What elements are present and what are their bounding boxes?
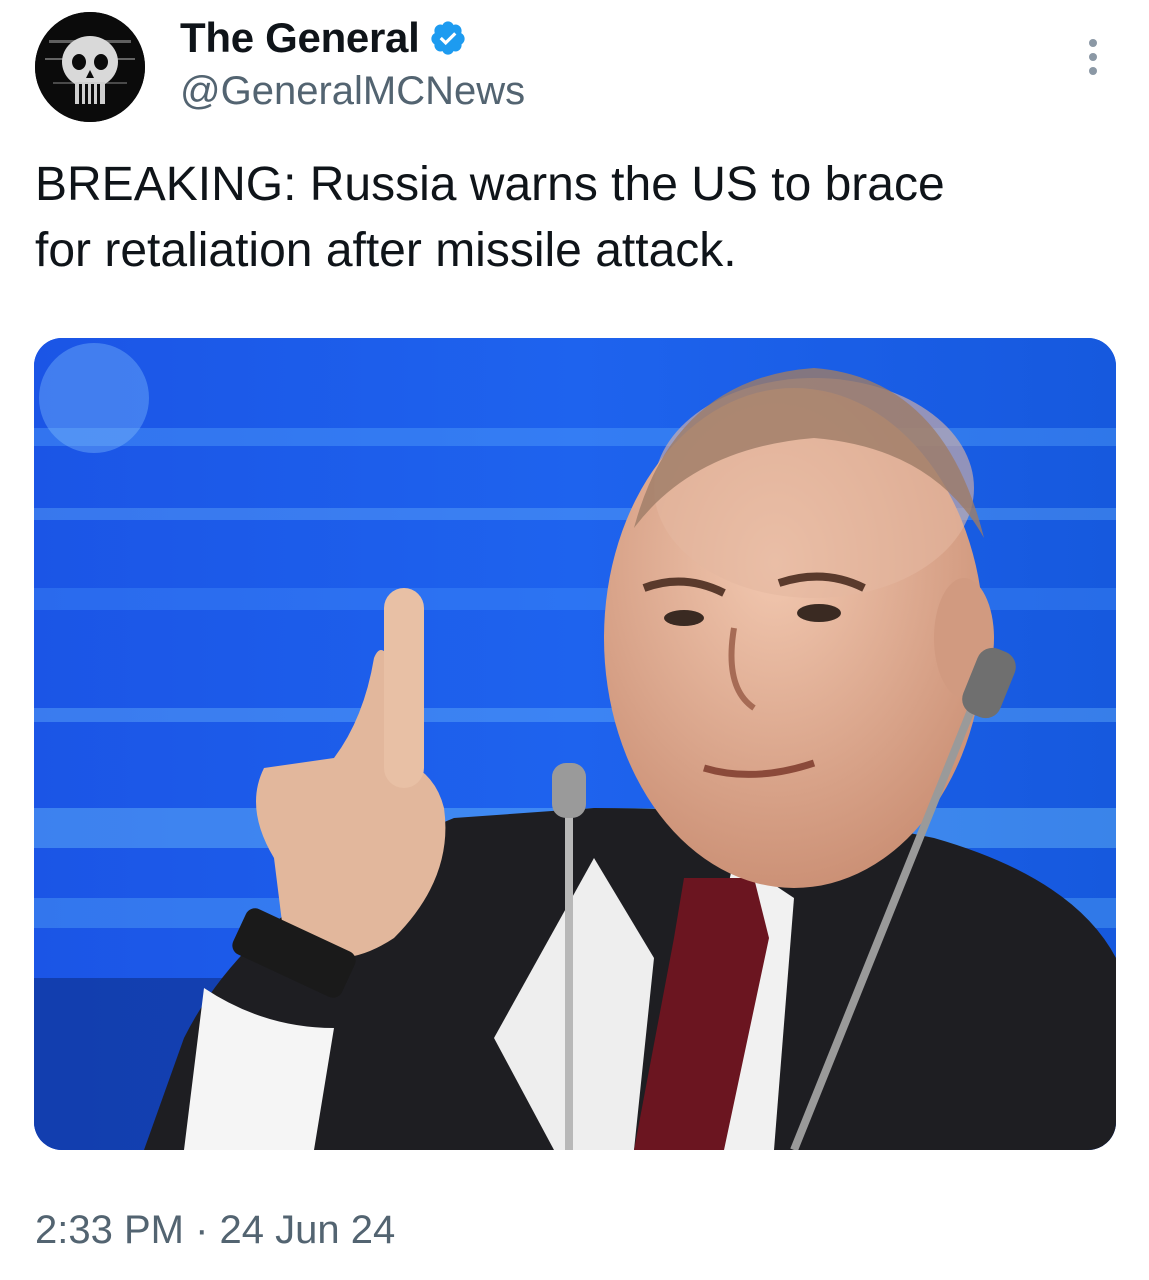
photo-illustration (34, 338, 1116, 1150)
author-handle[interactable]: @GeneralMCNews (180, 68, 525, 114)
tweet-timestamp[interactable]: 2:33 PM · 24 Jun 24 (35, 1205, 395, 1255)
avatar[interactable] (35, 12, 145, 122)
tweet-time: 2:33 PM (35, 1208, 184, 1252)
tweet-text: BREAKING: Russia warns the US to brace f… (35, 152, 1115, 284)
timestamp-separator: · (195, 1208, 209, 1252)
verified-badge-icon (431, 21, 466, 55)
author-display-name[interactable]: The General (180, 14, 420, 62)
more-options-icon[interactable] (1078, 36, 1108, 78)
author-name-row[interactable]: The General (180, 14, 467, 62)
tweet-date: 24 Jun 24 (219, 1208, 396, 1252)
tweet-text-line-1: BREAKING: Russia warns the US to brace (35, 158, 945, 211)
tweet-text-line-2: for retaliation after missile attack. (35, 224, 737, 277)
tweet-photo[interactable] (34, 338, 1116, 1150)
skull-avatar-icon (35, 12, 145, 122)
